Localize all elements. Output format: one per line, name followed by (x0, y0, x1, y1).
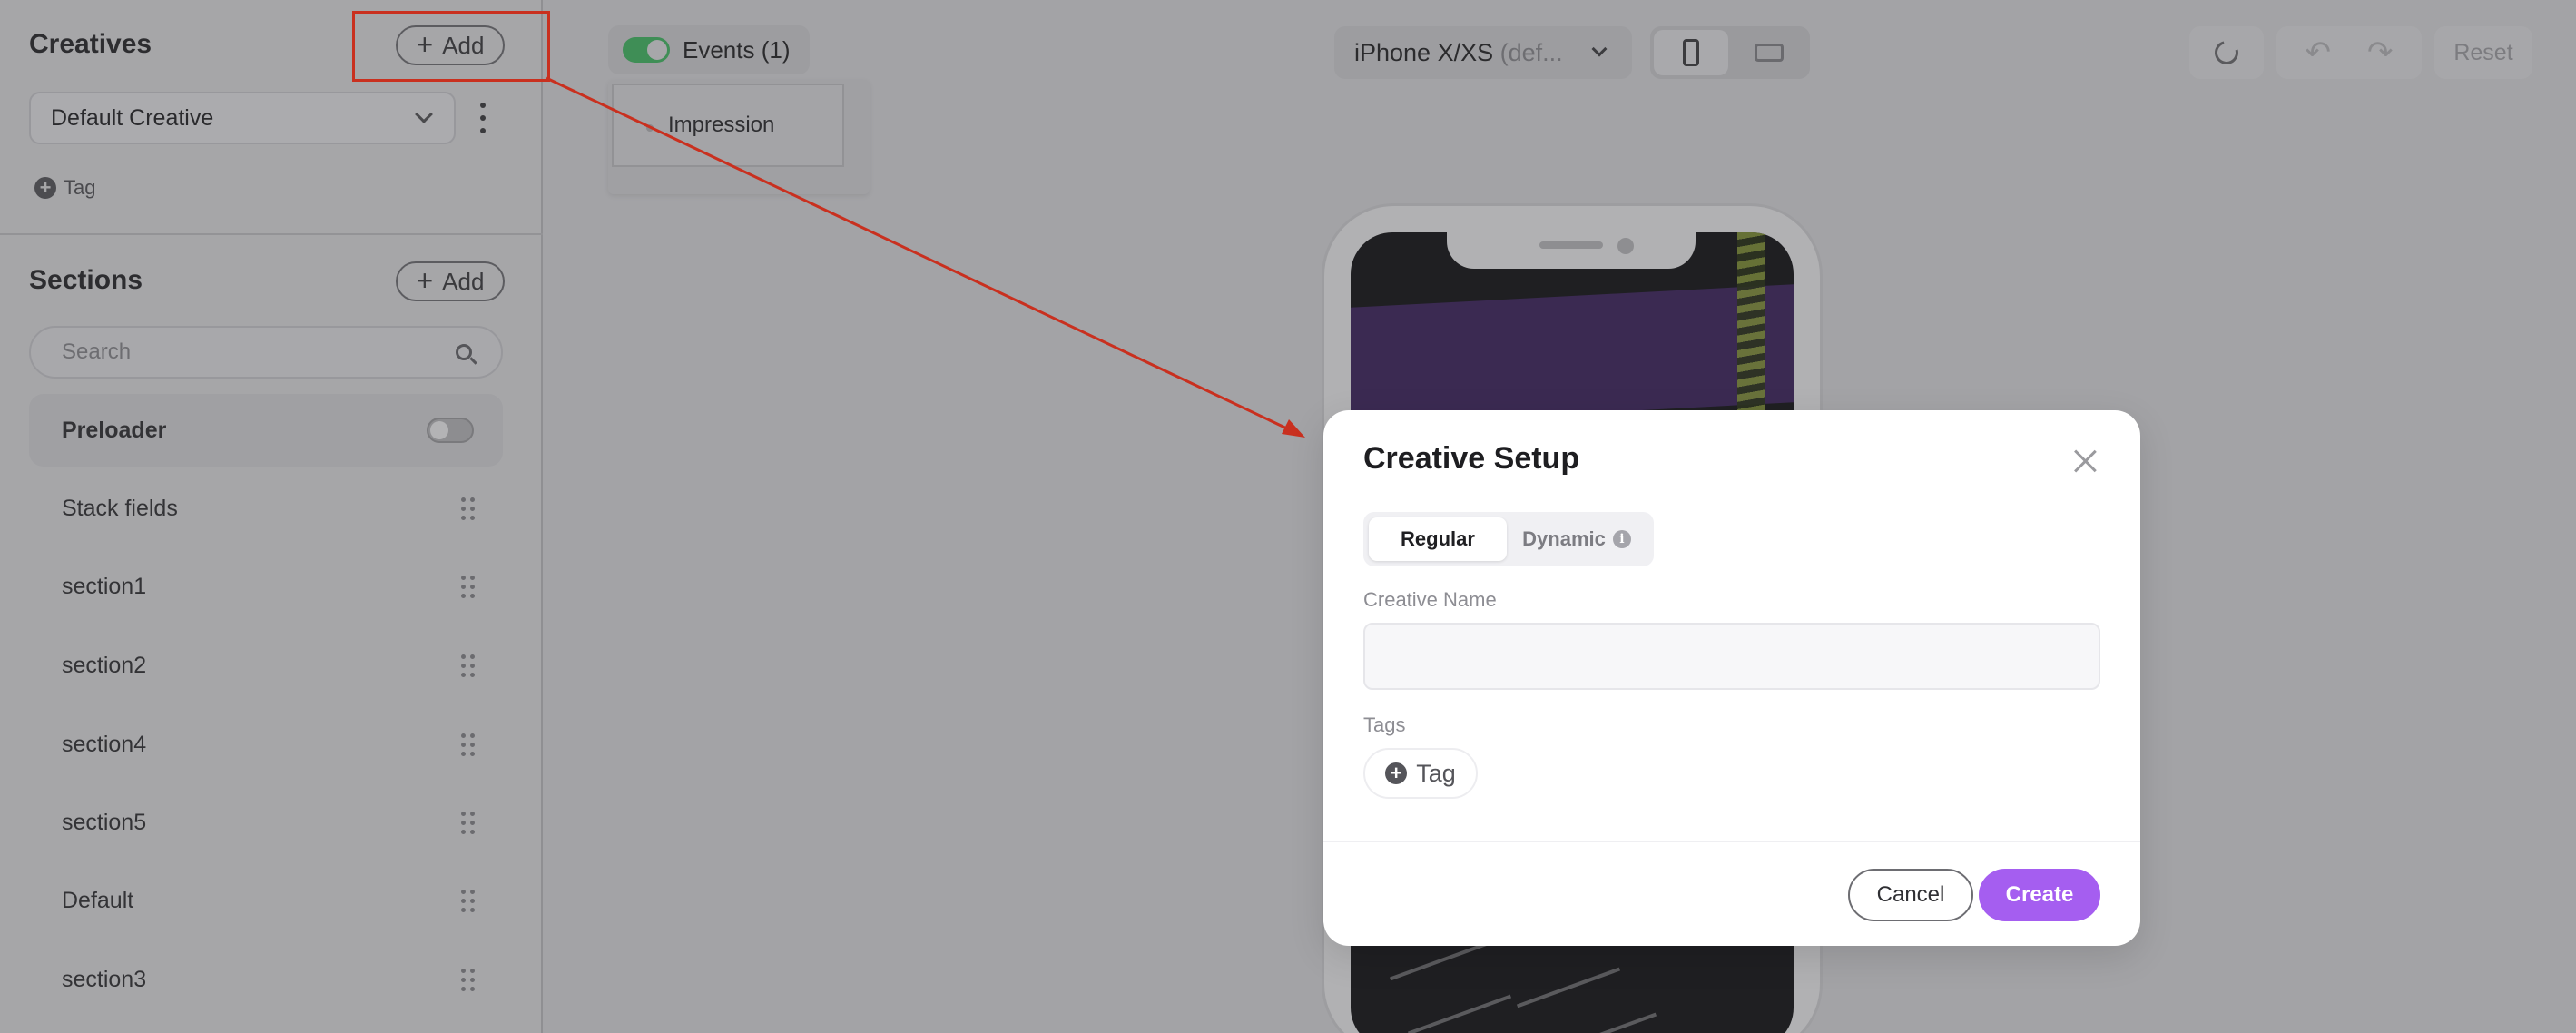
creative-name-input[interactable] (1363, 623, 2100, 690)
tab-dynamic-label: Dynamic (1522, 527, 1606, 550)
creative-name-label: Creative Name (1363, 588, 1497, 611)
tab-regular-label: Regular (1401, 527, 1475, 550)
add-tag-button-label: Tag (1416, 759, 1456, 787)
tab-dynamic[interactable]: Dynamic i (1509, 517, 1645, 561)
modal-title: Creative Setup (1363, 441, 1580, 476)
close-icon[interactable] (2073, 448, 2099, 474)
cancel-button[interactable]: Cancel (1848, 869, 1973, 921)
tags-label: Tags (1363, 713, 1406, 736)
tab-regular[interactable]: Regular (1369, 517, 1507, 561)
info-icon[interactable]: i (1612, 530, 1631, 548)
create-button[interactable]: Create (1979, 869, 2100, 921)
modal-divider (1323, 841, 2140, 842)
creative-type-tabs: Regular Dynamic i (1363, 512, 1654, 566)
creative-setup-modal: Creative Setup Regular Dynamic i Creativ… (1323, 410, 2140, 946)
annotation-arrow (546, 76, 1305, 438)
add-tag-button[interactable]: + Tag (1363, 748, 1478, 799)
plus-circle-icon: + (1385, 762, 1408, 784)
